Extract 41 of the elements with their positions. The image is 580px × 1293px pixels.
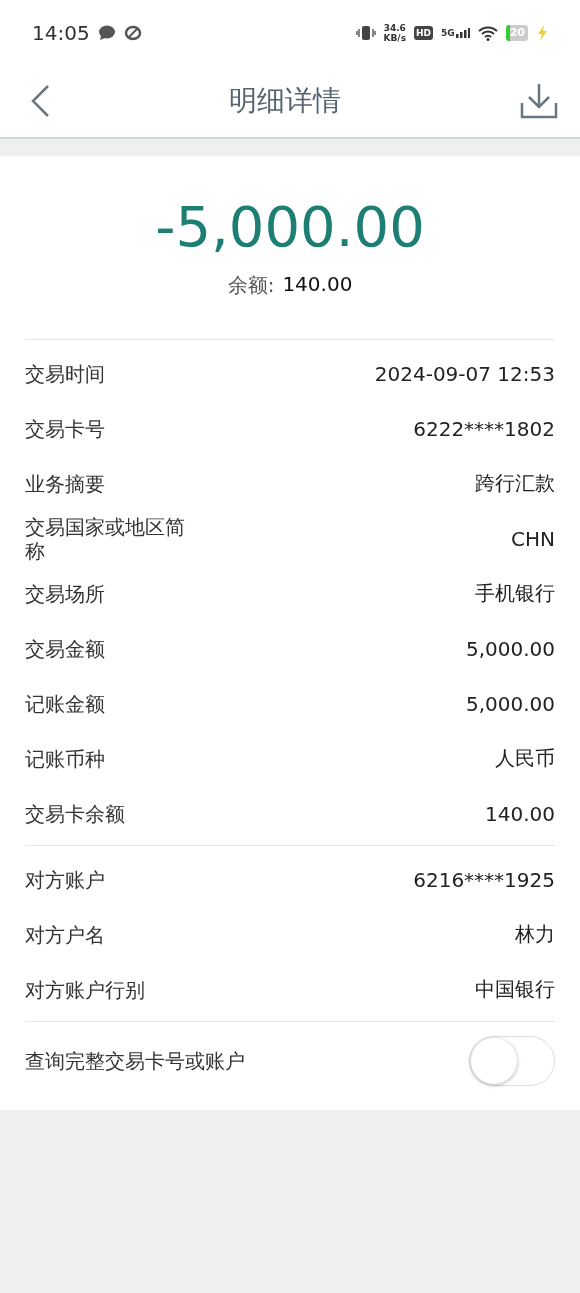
detail-value: 中国银行 bbox=[475, 976, 555, 1003]
detail-label: 交易时间 bbox=[25, 361, 105, 386]
cellular-signal: 5G bbox=[441, 27, 470, 38]
detail-value: 6222****1802 bbox=[413, 416, 555, 441]
chat-icon bbox=[97, 24, 116, 41]
transaction-amount: -5,000.00 bbox=[155, 194, 425, 260]
charging-icon bbox=[536, 24, 548, 41]
detail-label: 交易金额 bbox=[25, 636, 105, 661]
detail-label: 交易卡号 bbox=[25, 416, 105, 441]
app-icon bbox=[123, 24, 142, 41]
balance-label: 余额: bbox=[227, 272, 275, 299]
detail-label: 记账币种 bbox=[25, 746, 105, 771]
detail-value: 2024-09-07 12:53 bbox=[374, 361, 555, 386]
detail-label: 对方账户 bbox=[25, 867, 105, 892]
detail-label: 对方账户行别 bbox=[25, 977, 145, 1002]
download-icon[interactable] bbox=[520, 83, 558, 119]
detail-value: CHN bbox=[511, 526, 555, 551]
detail-label: 交易场所 bbox=[25, 581, 105, 606]
detail-value: 人民币 bbox=[495, 745, 555, 772]
detail-label: 对方户名 bbox=[25, 922, 105, 947]
detail-value: 跨行汇款 bbox=[475, 470, 555, 497]
detail-label: 交易国家或地区简称 bbox=[25, 514, 186, 563]
detail-value: 林力 bbox=[515, 921, 555, 948]
detail-value: 5,000.00 bbox=[465, 636, 555, 661]
detail-value: 手机银行 bbox=[475, 580, 555, 607]
detail-value: 5,000.00 bbox=[465, 691, 555, 716]
network-speed: 34.6 KB/s bbox=[383, 22, 406, 43]
detail-label: 记账金额 bbox=[25, 691, 105, 716]
detail-label: 业务摘要 bbox=[25, 471, 105, 496]
detail-label: 交易卡余额 bbox=[25, 801, 125, 826]
back-icon[interactable] bbox=[30, 84, 50, 118]
status-time: 14:05 bbox=[32, 20, 90, 45]
wifi-icon bbox=[477, 24, 498, 41]
detail-value: 140.00 bbox=[485, 801, 555, 826]
vibrate-icon bbox=[355, 24, 376, 41]
hd-badge: HD bbox=[414, 25, 434, 40]
toggle-label: 查询完整交易卡号或账户 bbox=[25, 1047, 245, 1075]
page-title: 明细详情 bbox=[229, 83, 341, 119]
toggle-switch[interactable] bbox=[469, 1036, 555, 1086]
detail-value: 6216****1925 bbox=[413, 867, 555, 892]
balance-value: 140.00 bbox=[282, 272, 353, 298]
